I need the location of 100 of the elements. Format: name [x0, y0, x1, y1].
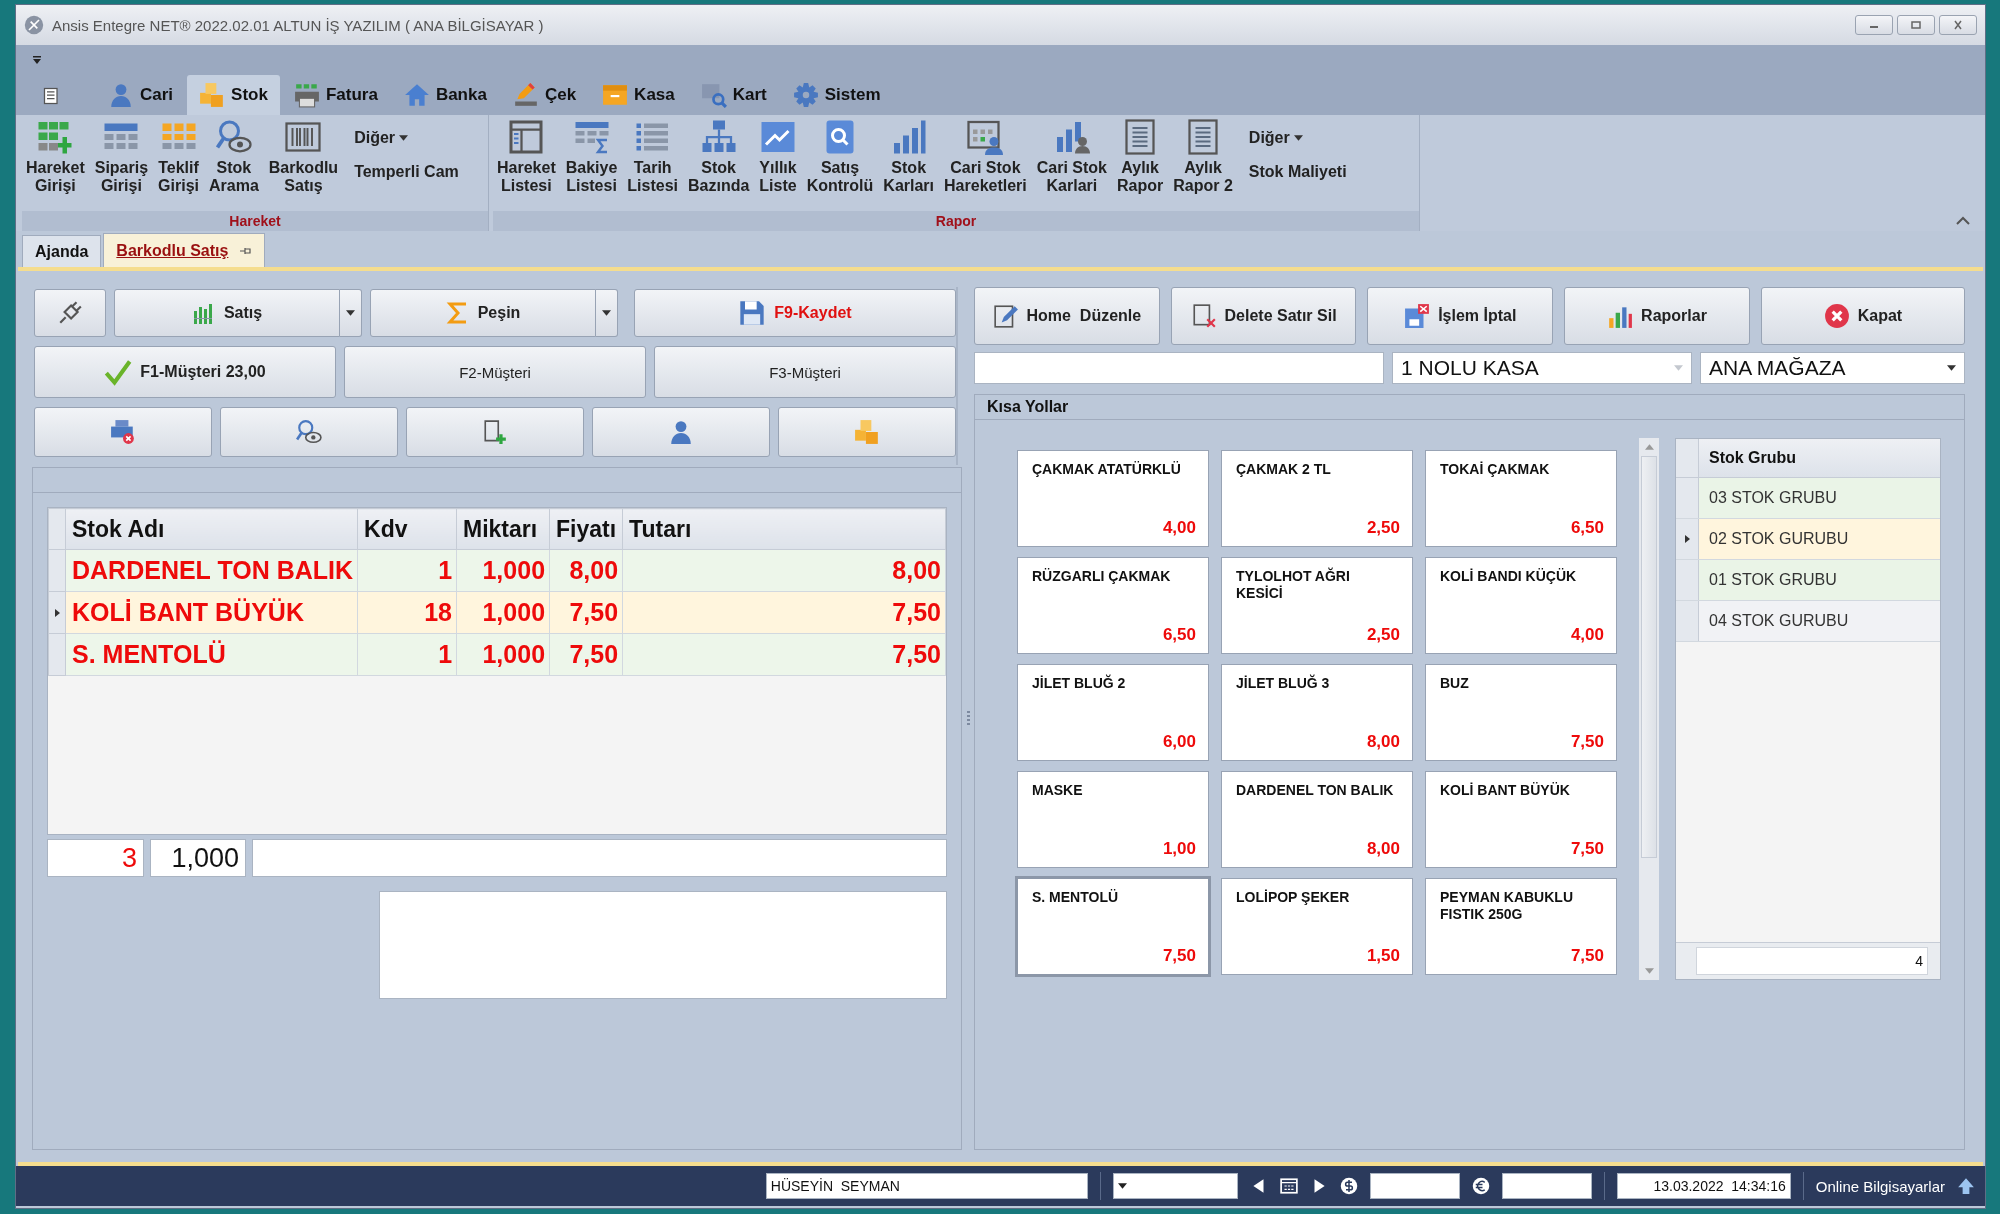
note-field[interactable]	[379, 891, 947, 999]
product-tile[interactable]: TYLOLHOT AĞRI KESİCİ 2,50	[1221, 557, 1413, 654]
product-tile[interactable]: LOLİPOP ŞEKER 1,50	[1221, 878, 1413, 975]
toolbar-button[interactable]: F1-Müşteri 23,00	[34, 346, 336, 398]
scrollbar[interactable]	[1639, 438, 1659, 980]
document-tab[interactable]: Barkodlu Satış	[103, 233, 266, 267]
ribbon-tab[interactable]: Cari	[96, 75, 186, 115]
ribbon-tab[interactable]: Stok	[187, 75, 280, 115]
ribbon-tab[interactable]: Kart	[688, 75, 779, 115]
product-tile[interactable]: KOLİ BANDI KÜÇÜK 4,00	[1425, 557, 1617, 654]
table-cell: 18	[357, 591, 457, 634]
group-label: Rapor	[493, 211, 1419, 231]
dropdown-field[interactable]	[1112, 1173, 1238, 1199]
split-button[interactable]: Satış	[114, 289, 340, 337]
toolbar-button[interactable]	[34, 407, 212, 457]
product-tile[interactable]: JİLET BLUĞ 2 6,00	[1017, 664, 1209, 761]
minimize-button[interactable]	[1855, 15, 1893, 35]
column-header[interactable]: Fiyatı	[549, 508, 623, 550]
hierarchy-icon	[700, 119, 737, 155]
product-tile[interactable]: JİLET BLUĞ 3 8,00	[1221, 664, 1413, 761]
dropdown-field[interactable]: ANA MAĞAZA	[1700, 352, 1965, 384]
product-tile[interactable]: PEYMAN KABUKLU FISTIK 250G 7,50	[1425, 878, 1617, 975]
ribbon-button[interactable]: Cari Stok Hareketleri	[940, 119, 1031, 195]
ribbon-button[interactable]: Tarih Listesi	[623, 119, 682, 195]
ribbon-button[interactable]: Cari Stok Karlari	[1032, 119, 1111, 195]
ribbon-button[interactable]: Barkodlu Satış	[264, 119, 343, 195]
ribbon-button[interactable]: Aylık Rapor 2	[1169, 119, 1237, 195]
product-tile[interactable]: KOLİ BANT BÜYÜK 7,50	[1425, 771, 1617, 868]
delete-document-icon	[1190, 303, 1217, 329]
product-tile[interactable]: ÇAKMAK 2 TL 2,50	[1221, 450, 1413, 547]
row-indicator[interactable]	[48, 591, 66, 634]
close-button[interactable]	[1939, 15, 1977, 35]
toolbar-button[interactable]	[34, 289, 106, 337]
search-field[interactable]	[974, 352, 1384, 384]
ribbon-button[interactable]: Stok Karları	[879, 119, 939, 195]
table-sum-icon	[573, 119, 610, 155]
ribbon-button[interactable]: Sipariş Girişi	[90, 119, 153, 195]
toolbar-button[interactable]: F2-Müşteri	[344, 346, 646, 398]
currency-field[interactable]	[1501, 1173, 1592, 1199]
table-cell[interactable]: 01 STOK GRUBU	[1699, 560, 1940, 600]
collapse-icon[interactable]	[1955, 215, 1971, 225]
table-cell: KOLİ BANT BÜYÜK	[65, 591, 358, 634]
product-tile[interactable]: DARDENEL TON BALIK 8,00	[1221, 771, 1413, 868]
calendar-icon[interactable]	[1279, 1177, 1298, 1195]
ribbon-tab[interactable]: Sistem	[780, 75, 893, 115]
ribbon-button[interactable]: Stok Bazında	[684, 119, 754, 195]
ribbon-tab[interactable]: Fatura	[281, 75, 390, 115]
row-indicator[interactable]	[1676, 519, 1699, 559]
app-logo-icon	[24, 15, 44, 35]
ribbon-button[interactable]: Aylık Rapor	[1113, 119, 1168, 195]
ribbon-button[interactable]: Yıllık Liste	[755, 119, 801, 195]
scroll-thumb[interactable]	[1641, 456, 1657, 858]
barcode-input[interactable]	[252, 839, 947, 877]
ribbon-link[interactable]: Temperli Cam	[352, 159, 461, 185]
splitter-handle[interactable]	[966, 710, 970, 727]
product-tile[interactable]: BUZ 7,50	[1425, 664, 1617, 761]
ribbon-tab[interactable]: Kasa	[590, 75, 687, 115]
ribbon-button[interactable]: Teklif Girişi	[154, 119, 203, 195]
ribbon-dropdown[interactable]: Diğer	[1246, 125, 1349, 151]
close-icon	[1951, 20, 1965, 30]
ribbon-tab[interactable]: Çek	[500, 75, 589, 115]
toolbar-button[interactable]: Raporlar	[1564, 287, 1750, 345]
table-cell[interactable]: 03 STOK GRUBU	[1699, 478, 1940, 518]
product-tile[interactable]: ÇAKMAK ATATÜRKLÜ 4,00	[1017, 450, 1209, 547]
ribbon-button[interactable]: Satış Kontrolü	[802, 119, 878, 195]
product-tile[interactable]: RÜZGARLI ÇAKMAK 6,50	[1017, 557, 1209, 654]
product-tile[interactable]: TOKAİ ÇAKMAK 6,50	[1425, 450, 1617, 547]
currency-field[interactable]	[1369, 1173, 1460, 1199]
pencil-icon	[512, 82, 539, 108]
column-header[interactable]: Tutarı	[622, 508, 946, 550]
toolbar-button[interactable]: Kapat	[1760, 287, 1965, 345]
dropdown-button[interactable]	[340, 289, 362, 337]
toolbar-button[interactable]: İşlem İptal	[1367, 287, 1554, 345]
table-cell[interactable]: 02 STOK GURUBU	[1699, 519, 1940, 559]
column-header[interactable]: Miktarı	[456, 508, 550, 550]
column-header[interactable]: Kdv	[357, 508, 457, 550]
toolbar-button[interactable]	[592, 407, 770, 457]
quantity-field: 1,000	[150, 839, 246, 877]
dropdown-button[interactable]	[596, 289, 618, 337]
scroll-down-icon[interactable]	[1644, 968, 1654, 974]
ribbon-dropdown[interactable]: Diğer	[352, 125, 461, 151]
column-header[interactable]: Stok Adı	[65, 508, 358, 550]
toolbar-button[interactable]: Delete Satır Sil	[1170, 287, 1357, 345]
ribbon-button[interactable]: Hareket Listesi	[493, 119, 560, 195]
quick-access-dropdown-icon[interactable]	[32, 55, 42, 65]
product-tile[interactable]: S. MENTOLÜ 7,50	[1017, 878, 1209, 975]
ribbon-tab[interactable]: Banka	[391, 75, 499, 115]
ribbon-link[interactable]: Stok Maliyeti	[1246, 159, 1349, 185]
maximize-button[interactable]	[1897, 15, 1935, 35]
document-tab[interactable]: Ajanda	[22, 235, 102, 267]
ribbon-button[interactable]: Stok Arama	[204, 119, 263, 195]
ribbon-button[interactable]: Bakiye Listesi	[561, 119, 622, 195]
scroll-up-icon[interactable]	[1644, 444, 1654, 450]
product-tile[interactable]: MASKE 1,00	[1017, 771, 1209, 868]
toolbar-button[interactable]: F9-Kaydet	[634, 289, 956, 337]
toolbar-button[interactable]: F3-Müşteri	[654, 346, 956, 398]
split-button[interactable]: Peşin	[370, 289, 596, 337]
toolbar-button[interactable]: Home Düzenle	[974, 287, 1160, 345]
up-arrow-icon[interactable]	[1957, 1177, 1975, 1195]
ribbon-button[interactable]: Hareket Girişi	[22, 119, 89, 195]
